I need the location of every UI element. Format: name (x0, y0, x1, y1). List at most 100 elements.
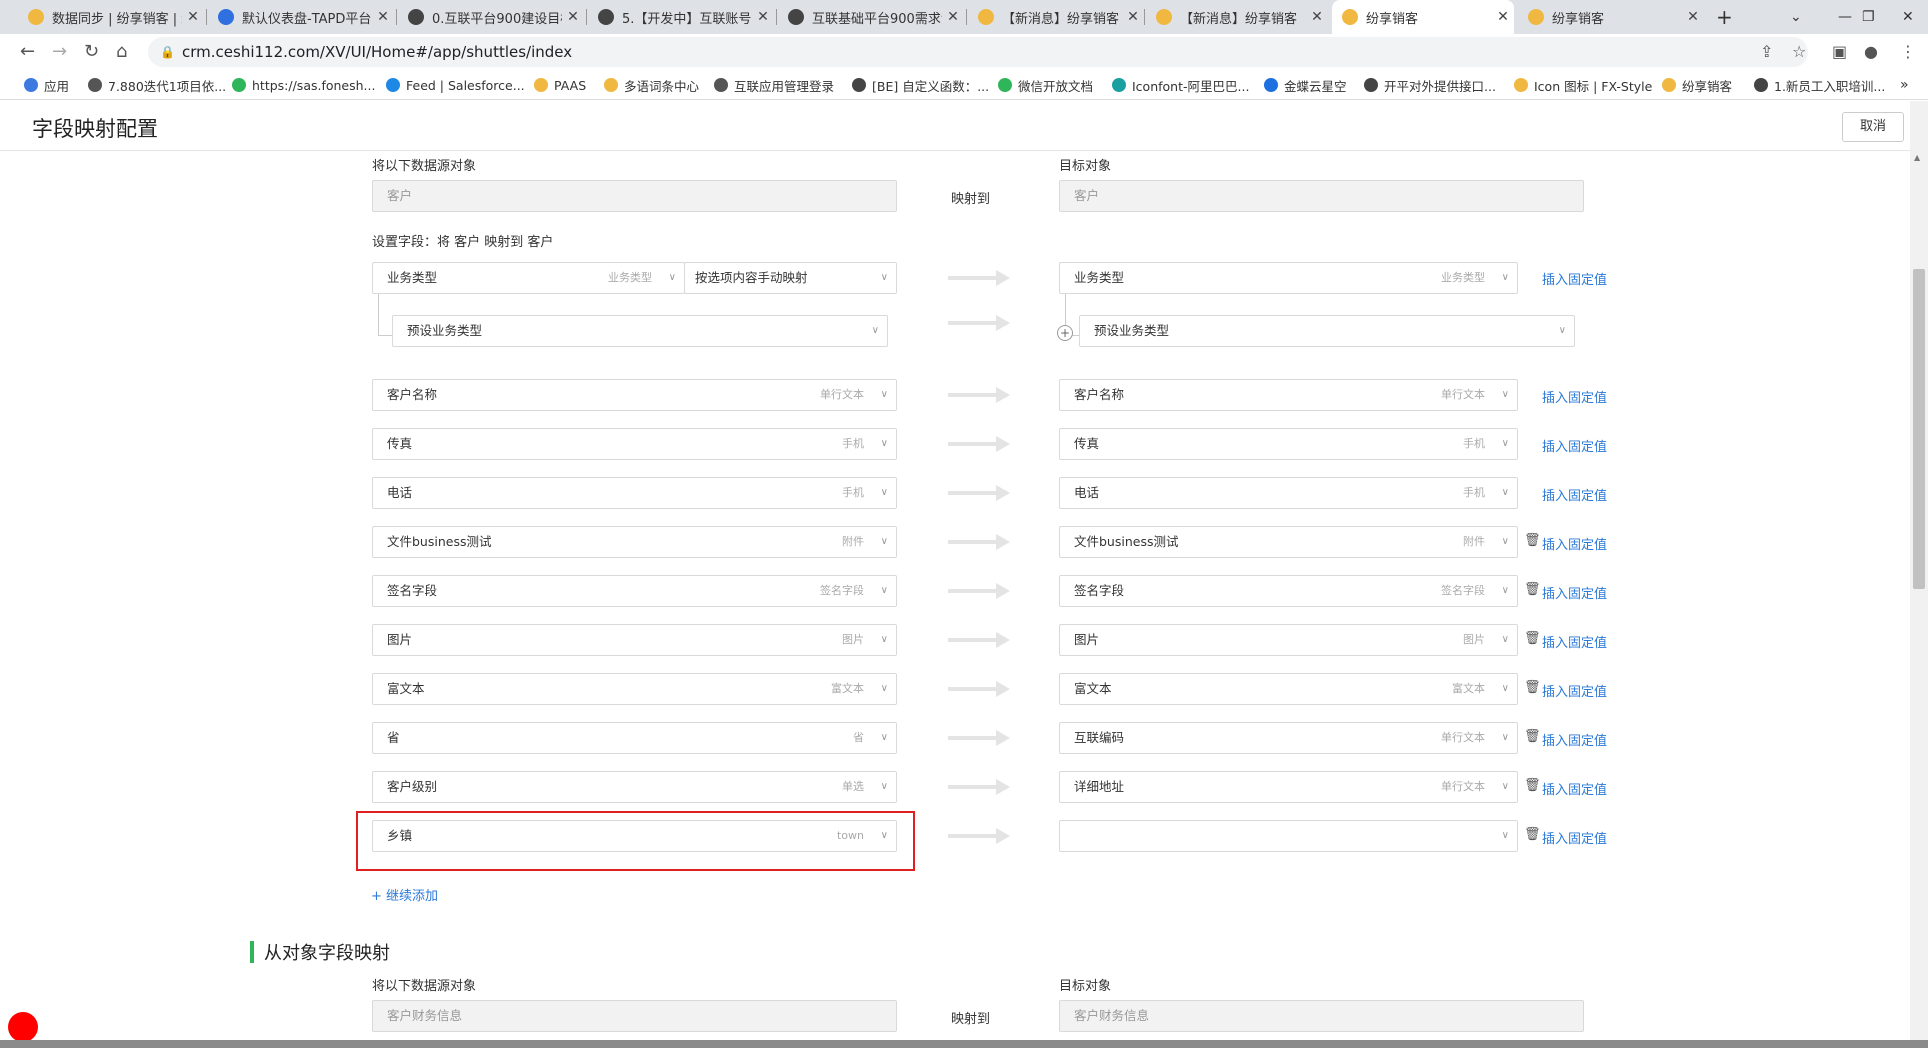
target-field-select[interactable]: 传真 手机 ∨ (1059, 428, 1518, 460)
bookmark-item[interactable]: 开平对外提供接口... (1364, 70, 1496, 100)
reload-icon[interactable]: ↻ (84, 34, 99, 70)
insert-fixed-value-link[interactable]: 插入固定值 (1542, 828, 1607, 847)
source-field-select[interactable]: 客户名称 单行文本 ∨ (372, 379, 897, 411)
insert-fixed-value-link[interactable]: 插入固定值 (1542, 436, 1607, 455)
delete-row-trash-icon[interactable]: 🗑 (1524, 582, 1541, 597)
insert-fixed-value-link[interactable]: 插入固定值 (1542, 681, 1607, 700)
new-tab-button[interactable]: + (1716, 0, 1733, 34)
tab-search-icon[interactable]: ⌄ (1790, 0, 1802, 34)
target-field-select[interactable]: 互联编码 单行文本 ∨ (1059, 722, 1518, 754)
bookmark-item[interactable]: 互联应用管理登录 (714, 70, 834, 100)
source-field-select[interactable]: 传真 手机 ∨ (372, 428, 897, 460)
delete-row-trash-icon[interactable]: 🗑 (1524, 827, 1541, 842)
bookmark-item[interactable]: 纷享销客 (1662, 70, 1732, 100)
target-field-select[interactable]: 富文本 富文本 ∨ (1059, 673, 1518, 705)
browser-tab[interactable]: 互联基础平台900需求池 ✕ (778, 0, 964, 34)
menu-kebab-icon[interactable]: ⋮ (1900, 34, 1916, 70)
source-field-select[interactable]: 图片 图片 ∨ (372, 624, 897, 656)
scroll-up-icon[interactable]: ▲ (1914, 153, 1920, 162)
side-panel-icon[interactable]: ▣ (1832, 34, 1847, 70)
bookmark-item[interactable]: 应用 (24, 70, 69, 100)
bookmark-item[interactable]: https://sas.fonesh... (232, 70, 375, 100)
source-field-select[interactable]: 富文本 富文本 ∨ (372, 673, 897, 705)
source-business-type-select[interactable]: 业务类型 业务类型 ∨ (372, 262, 685, 294)
tab-close-icon[interactable]: ✕ (1492, 9, 1514, 25)
bookmark-item[interactable]: Icon 图标 | FX-Style (1514, 70, 1652, 100)
bookmark-item[interactable]: [BE] 自定义函数：... (852, 70, 989, 100)
minimize-icon[interactable]: — (1838, 0, 1852, 34)
profile-avatar-icon[interactable]: ● (1864, 34, 1878, 70)
delete-row-trash-icon[interactable]: 🗑 (1524, 778, 1541, 793)
tab-close-icon[interactable]: ✕ (372, 9, 394, 25)
insert-fixed-value-link[interactable]: 插入固定值 (1542, 730, 1607, 749)
back-icon[interactable]: ← (20, 34, 35, 70)
target-field-select[interactable]: 电话 手机 ∨ (1059, 477, 1518, 509)
target-field-select[interactable]: 图片 图片 ∨ (1059, 624, 1518, 656)
cancel-button[interactable]: 取消 (1842, 112, 1904, 142)
tab-close-icon[interactable]: ✕ (752, 9, 774, 25)
source-field-select[interactable]: 客户级别 单选 ∨ (372, 771, 897, 803)
home-icon[interactable]: ⌂ (116, 34, 127, 70)
tab-close-icon[interactable]: ✕ (1122, 9, 1144, 25)
source-field-select[interactable]: 电话 手机 ∨ (372, 477, 897, 509)
browser-tab[interactable]: 默认仪表盘-TAPD平台 ✕ (208, 0, 394, 34)
bookmark-item[interactable]: Iconfont-阿里巴巴... (1112, 70, 1249, 100)
tab-close-icon[interactable]: ✕ (942, 9, 964, 25)
close-window-icon[interactable]: ✕ (1902, 0, 1914, 34)
target-field-select[interactable]: 签名字段 签名字段 ∨ (1059, 575, 1518, 607)
insert-fixed-value-link[interactable]: 插入固定值 (1542, 632, 1607, 651)
source-field-name: 电话 (387, 485, 413, 500)
browser-tab[interactable]: 纷享销客 ✕ (1518, 0, 1704, 34)
add-circle-icon[interactable]: + (1057, 325, 1073, 341)
bookmark-item[interactable]: 微信开放文档 (998, 70, 1093, 100)
source-field-select[interactable]: 省 省 ∨ (372, 722, 897, 754)
forward-icon[interactable]: → (52, 34, 67, 70)
source-field-select[interactable]: 文件business测试 附件 ∨ (372, 526, 897, 558)
tab-close-icon[interactable]: ✕ (1682, 9, 1704, 25)
share-icon[interactable]: ⇪ (1760, 34, 1773, 70)
source-preset-business-type-select[interactable]: 预设业务类型 ∨ (392, 315, 888, 347)
browser-tab[interactable]: 0.互联平台900建设目标 ✕ (398, 0, 584, 34)
insert-fixed-value-link[interactable]: 插入固定值 (1542, 583, 1607, 602)
browser-tab[interactable]: 数据同步 | 纷享销客 | 纷享✕ (18, 0, 204, 34)
bookmark-item[interactable]: 金蝶云星空 (1264, 70, 1347, 100)
url-input[interactable]: 🔒 crm.ceshi112.com/XV/UI/Home#/app/shutt… (148, 37, 1808, 67)
target-field-select[interactable]: 详细地址 单行文本 ∨ (1059, 771, 1518, 803)
delete-row-trash-icon[interactable]: 🗑 (1524, 533, 1541, 548)
target-field-select[interactable]: ∨ (1059, 820, 1518, 852)
source-field-select[interactable]: 签名字段 签名字段 ∨ (372, 575, 897, 607)
delete-row-trash-icon[interactable]: 🗑 (1524, 729, 1541, 744)
target-field-select[interactable]: 文件business测试 附件 ∨ (1059, 526, 1518, 558)
insert-fixed-value-link[interactable]: 插入固定值 (1542, 534, 1607, 553)
bookmark-favicon-icon (714, 78, 728, 92)
insert-fixed-value-link[interactable]: 插入固定值 (1542, 485, 1607, 504)
bookmark-star-icon[interactable]: ☆ (1792, 34, 1806, 70)
bookmark-item[interactable]: 7.880迭代1项目依... (88, 70, 226, 100)
insert-fixed-value-link[interactable]: 插入固定值 (1542, 387, 1607, 406)
more-bookmarks-icon[interactable]: » (1900, 70, 1909, 100)
mapping-mode-select[interactable]: 按选项内容手动映射 ∨ (684, 262, 897, 294)
bookmark-item[interactable]: PAAS (534, 70, 586, 100)
restore-icon[interactable]: ❐ (1862, 0, 1875, 34)
target-field-select[interactable]: 客户名称 单行文本 ∨ (1059, 379, 1518, 411)
scrollbar-thumb[interactable] (1913, 269, 1925, 589)
delete-row-trash-icon[interactable]: 🗑 (1524, 631, 1541, 646)
tab-close-icon[interactable]: ✕ (182, 9, 204, 25)
delete-row-trash-icon[interactable]: 🗑 (1524, 680, 1541, 695)
bookmark-item[interactable]: Feed | Salesforce... (386, 70, 525, 100)
recording-indicator (8, 1012, 38, 1042)
tab-close-icon[interactable]: ✕ (562, 9, 584, 25)
insert-fixed-value-link[interactable]: 插入固定值 (1542, 269, 1607, 288)
insert-fixed-value-link[interactable]: 插入固定值 (1542, 779, 1607, 798)
bookmark-item[interactable]: 多语词条中心 (604, 70, 699, 100)
tab-close-icon[interactable]: ✕ (1306, 9, 1328, 25)
add-more-link[interactable]: + 继续添加 (371, 885, 438, 904)
browser-tab[interactable]: 纷享销客 ✕ (1332, 0, 1514, 34)
vertical-scrollbar[interactable]: ▲ (1910, 101, 1928, 1048)
target-business-type-select[interactable]: 业务类型 业务类型 ∨ (1059, 262, 1518, 294)
browser-tab[interactable]: 【新消息】纷享销客 ✕ (968, 0, 1144, 34)
target-preset-business-type-select[interactable]: 预设业务类型 ∨ (1079, 315, 1575, 347)
browser-tab[interactable]: 【新消息】纷享销客 ✕ (1146, 0, 1328, 34)
browser-tab[interactable]: 5.【开发中】互联账号 ✕ (588, 0, 774, 34)
bookmark-item[interactable]: 1.新员工入职培训... (1754, 70, 1885, 100)
